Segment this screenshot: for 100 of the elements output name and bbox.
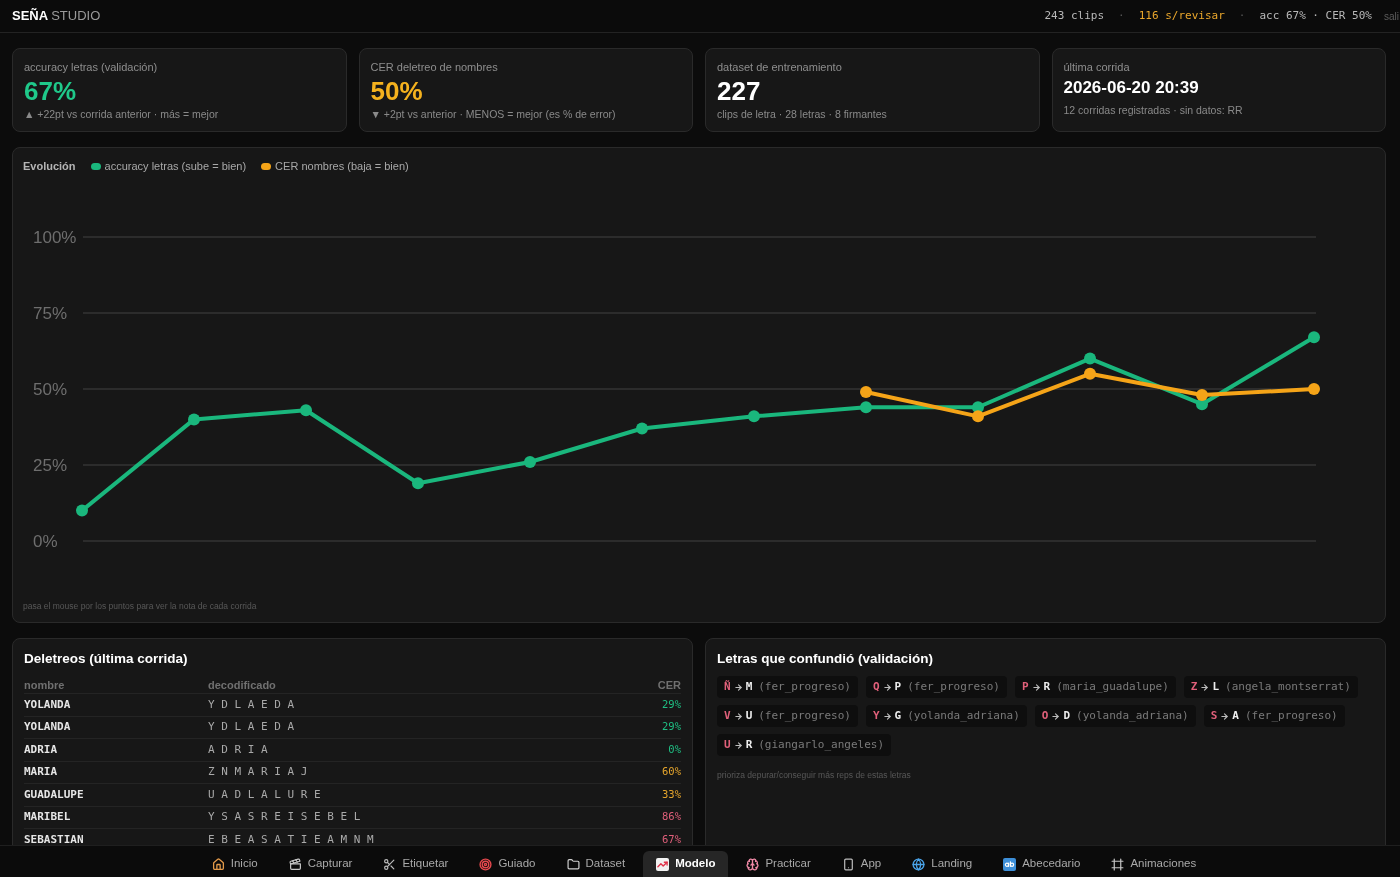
- globe-icon: [912, 857, 926, 871]
- target-icon: [479, 857, 493, 871]
- true-letter: Z: [1190, 678, 1198, 695]
- chart-title: Evolución: [23, 158, 76, 174]
- cer-cell-text: 29%: [662, 719, 681, 735]
- stat-note: 12 corridas registradas · sin datos: RR: [1063, 103, 1244, 117]
- chart-icon: [656, 857, 670, 871]
- data-point[interactable]: [860, 401, 872, 414]
- brand-name: SEÑA: [12, 7, 49, 26]
- stat-value: 50%: [370, 75, 423, 107]
- axis-label: 50%: [33, 380, 68, 399]
- data-point[interactable]: [1084, 367, 1096, 380]
- name-cell-text: MARIBEL: [24, 809, 72, 825]
- nav-tab[interactable]: Inicio: [198, 851, 271, 877]
- status-text: 243 clips: [1044, 7, 1105, 24]
- stat-label: última corrida: [1063, 60, 1131, 74]
- signer-name: (fer_progreso): [758, 678, 851, 695]
- nav-tab[interactable]: Guiado: [466, 851, 549, 877]
- letters-icon: [1003, 857, 1017, 871]
- axis-label: 75%: [33, 304, 68, 323]
- name-cell-text: YOLANDA: [24, 719, 72, 735]
- column-header: CER: [657, 678, 681, 693]
- decoded-cell-text: E B E A S A T I E A M N M: [208, 831, 375, 845]
- status-text: acc 67% · CER 50%: [1259, 7, 1372, 24]
- data-point[interactable]: [300, 404, 312, 417]
- folder-icon: [566, 857, 580, 871]
- arrow-icon: [1220, 711, 1230, 721]
- stat-label: accuracy letras (validación): [24, 60, 159, 74]
- stat-value: 2026-06-20 20:39: [1063, 77, 1199, 99]
- true-letter: P: [1021, 678, 1029, 695]
- stat-value: 67%: [24, 75, 77, 107]
- legend-label: accuracy letras (sube = bien): [104, 158, 247, 174]
- nav-tab[interactable]: Practicar: [733, 851, 824, 877]
- predicted-letter: A: [1232, 707, 1239, 724]
- axis-label: 0%: [33, 532, 58, 551]
- stat-label: dataset de entrenamiento: [717, 60, 843, 74]
- data-point[interactable]: [636, 422, 648, 435]
- arrow-icon: [1031, 682, 1041, 692]
- data-point[interactable]: [1308, 331, 1320, 344]
- axis-label: 100%: [33, 228, 77, 247]
- predicted-letter: M: [745, 678, 753, 695]
- data-point[interactable]: [860, 386, 872, 399]
- signer-name: (yolanda_adriana): [1076, 707, 1189, 724]
- arrow-icon: [733, 711, 743, 721]
- cer-cell-text: 86%: [662, 809, 681, 825]
- cer-cell-text: 0%: [668, 741, 681, 757]
- data-point[interactable]: [1308, 383, 1320, 395]
- brand-suffix: STUDIO: [51, 7, 101, 26]
- nav-tab[interactable]: Animaciones: [1098, 851, 1210, 877]
- data-point[interactable]: [748, 410, 760, 423]
- true-letter: O: [1041, 707, 1049, 724]
- column-header: nombre: [24, 678, 66, 693]
- arrow-icon: [882, 682, 892, 692]
- nav-tab[interactable]: Landing: [899, 851, 986, 877]
- data-point[interactable]: [1196, 389, 1208, 402]
- nav-tab[interactable]: Modelo: [643, 851, 729, 877]
- predicted-letter: P: [894, 678, 902, 695]
- signer-name: (fer_progreso): [907, 678, 1000, 695]
- legend-label: CER nombres (baja = bien): [275, 158, 409, 174]
- true-letter: U: [724, 736, 731, 753]
- arrow-icon: [1051, 711, 1061, 721]
- name-cell-text: MARIA: [24, 764, 59, 780]
- frame-icon: [1111, 857, 1125, 871]
- name-cell-text: SEBASTIAN: [24, 831, 85, 845]
- true-letter: Q: [872, 678, 880, 695]
- house-icon: [211, 857, 225, 871]
- nav-tab[interactable]: Abecedario: [990, 851, 1094, 877]
- data-point[interactable]: [524, 455, 536, 468]
- decoded-cell-text: A D R I A: [208, 741, 269, 758]
- scissors-icon: [383, 857, 397, 871]
- stat-value: 227: [717, 75, 761, 107]
- data-point[interactable]: [188, 413, 200, 426]
- arrow-icon: [733, 740, 743, 750]
- cer-cell-text: 33%: [662, 786, 681, 802]
- nav-tab[interactable]: Capturar: [275, 851, 366, 877]
- nav-tab[interactable]: Etiquetar: [370, 851, 462, 877]
- nav-tab[interactable]: App: [828, 851, 895, 877]
- predicted-letter: D: [1063, 707, 1071, 724]
- stat-note: ▲ +22pt vs corrida anterior · más = mejor: [24, 107, 220, 121]
- name-cell-text: GUADALUPE: [24, 786, 85, 803]
- data-point[interactable]: [972, 410, 984, 423]
- predicted-letter: R: [745, 736, 753, 753]
- stat-label: CER deletreo de nombres: [370, 60, 499, 74]
- axis-label: 25%: [33, 456, 68, 475]
- data-point[interactable]: [412, 477, 424, 490]
- phone-icon: [841, 857, 855, 871]
- name-cell-text: YOLANDA: [24, 696, 72, 713]
- separator: ·: [1238, 7, 1246, 24]
- signer-name: (giangarlo_angeles): [758, 736, 885, 753]
- signer-name: (angela_montserrat): [1225, 678, 1351, 695]
- stat-note: clips de letra · 28 letras · 8 firmantes: [717, 107, 888, 121]
- brain-icon: [746, 857, 760, 871]
- data-point[interactable]: [76, 504, 88, 517]
- decoded-cell-text: Y D L A E D A: [208, 696, 296, 713]
- true-letter: S: [1210, 707, 1218, 724]
- nav-tab[interactable]: Dataset: [553, 851, 639, 877]
- separator: ·: [1118, 7, 1125, 24]
- data-point[interactable]: [1084, 352, 1096, 365]
- name-cell-text: ADRIA: [24, 741, 59, 758]
- cer-cell-text: 29%: [662, 696, 681, 712]
